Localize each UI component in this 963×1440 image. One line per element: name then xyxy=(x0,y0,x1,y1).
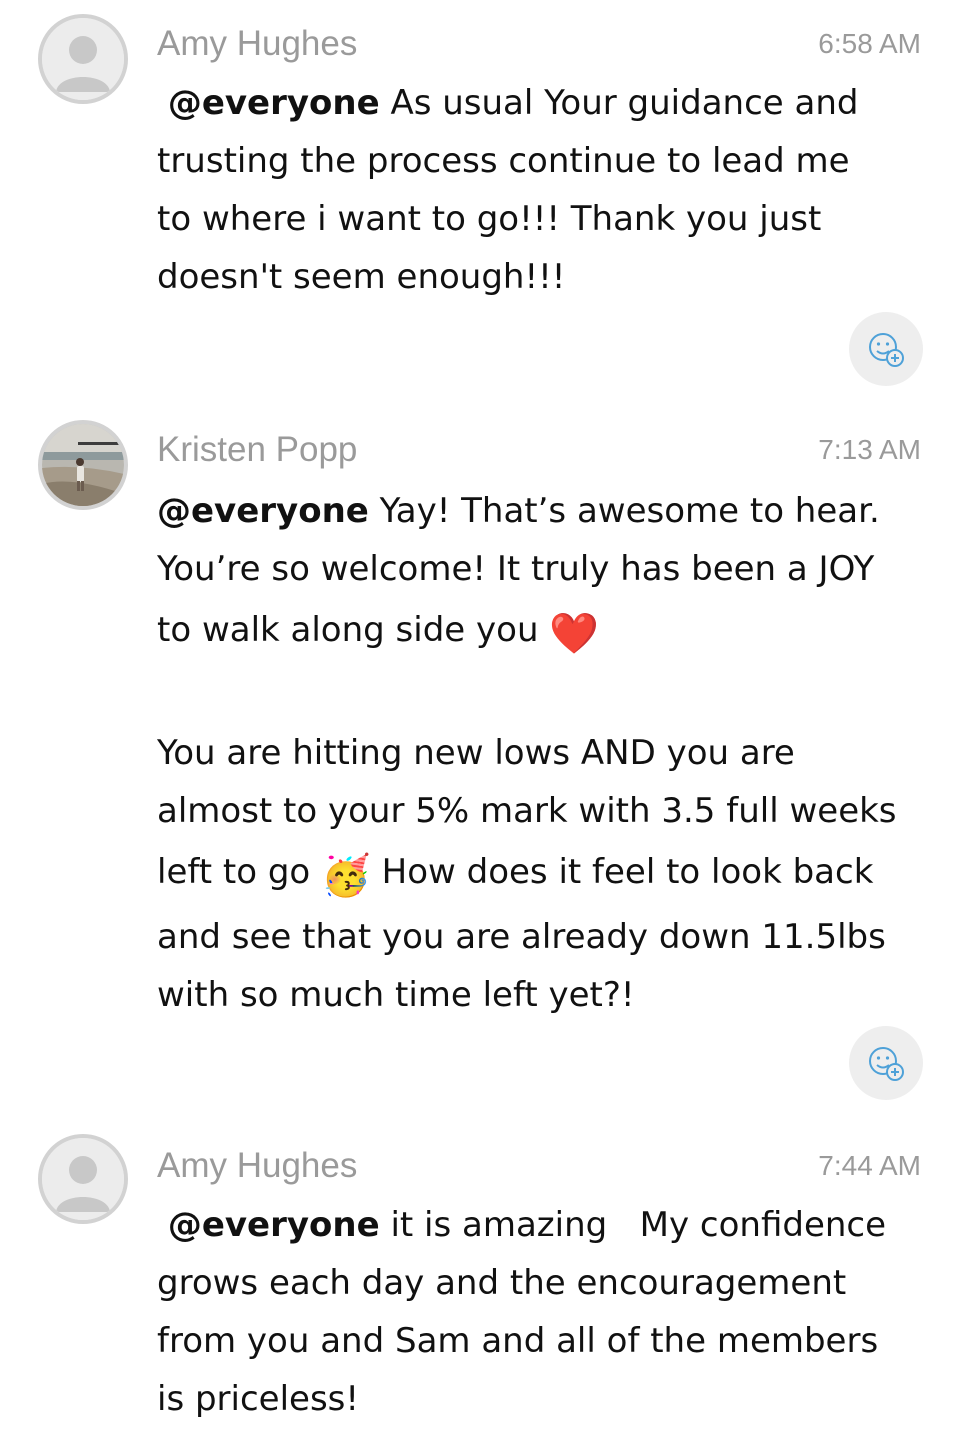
mention[interactable]: @everyone xyxy=(157,491,369,531)
author-name[interactable]: Amy Hughes xyxy=(157,1146,357,1186)
message-text: it is amazing My confidence xyxy=(390,1205,887,1245)
message-time: 6:58 AM xyxy=(818,28,921,59)
party-face-emoji: 🥳 xyxy=(321,853,371,899)
author-name[interactable]: Kristen Popp xyxy=(157,430,357,470)
message-line xyxy=(157,666,927,724)
add-reaction-icon xyxy=(869,333,904,367)
message: Amy Hughes 7:44 AM @everyone it is amazi… xyxy=(0,1122,963,1440)
avatar[interactable] xyxy=(38,420,128,510)
message: Amy Hughes 6:58 AM @everyone As usual Yo… xyxy=(0,0,963,400)
message-line: is priceless! xyxy=(157,1379,360,1419)
message-line: from you and Sam and all of the members xyxy=(157,1321,879,1361)
add-reaction-button[interactable] xyxy=(849,1026,923,1100)
message-line: left to go 🥳 How does it feel to look ba… xyxy=(157,840,927,908)
message-text: left to go xyxy=(157,852,311,892)
mention[interactable]: @everyone xyxy=(168,1205,380,1245)
add-reaction-button[interactable] xyxy=(849,312,923,386)
message-line: with so much time left yet?! xyxy=(157,975,635,1015)
message-line: doesn't seem enough!!! xyxy=(157,257,566,297)
message-line: to where i want to go!!! Thank you just xyxy=(157,199,822,239)
message-line: trusting the process continue to lead me xyxy=(157,141,850,181)
message-text: Yay! That’s awesome to hear. xyxy=(379,491,880,531)
avatar[interactable] xyxy=(38,1134,128,1224)
default-user-icon xyxy=(42,1138,124,1220)
message-text: to walk along side you xyxy=(157,610,539,650)
message-line: You are hitting new lows AND you are xyxy=(157,733,795,773)
message-time: 7:44 AM xyxy=(818,1150,921,1181)
message-line: and see that you are already down 11.5lb… xyxy=(157,917,886,957)
message-line: @everyone As usual Your guidance and xyxy=(157,74,927,132)
heart-emoji: ❤️ xyxy=(549,611,600,657)
message-line: to walk along side you ❤️ xyxy=(157,598,927,666)
message-body: @everyone As usual Your guidance and tru… xyxy=(157,74,927,306)
message-text: How does it feel to look back xyxy=(381,852,874,892)
message-text: As usual Your guidance and xyxy=(390,83,859,123)
add-reaction-icon xyxy=(869,1047,904,1081)
message-line: You’re so welcome! It truly has been a J… xyxy=(157,549,875,589)
message: Kristen Popp 7:13 AM @everyone Yay! That… xyxy=(0,406,963,1106)
message-body: @everyone it is amazing My confidence gr… xyxy=(157,1196,927,1428)
mention[interactable]: @everyone xyxy=(168,83,380,123)
profile-photo xyxy=(42,424,124,506)
message-line: grows each day and the encouragement xyxy=(157,1263,847,1303)
author-name[interactable]: Amy Hughes xyxy=(157,24,357,64)
default-user-icon xyxy=(42,18,124,100)
message-line: @everyone Yay! That’s awesome to hear. xyxy=(157,482,927,540)
message-line: almost to your 5% mark with 3.5 full wee… xyxy=(157,791,897,831)
avatar[interactable] xyxy=(38,14,128,104)
message-line: @everyone it is amazing My confidence xyxy=(157,1196,927,1254)
message-time: 7:13 AM xyxy=(818,434,921,465)
message-body: @everyone Yay! That’s awesome to hear. Y… xyxy=(157,482,927,1024)
